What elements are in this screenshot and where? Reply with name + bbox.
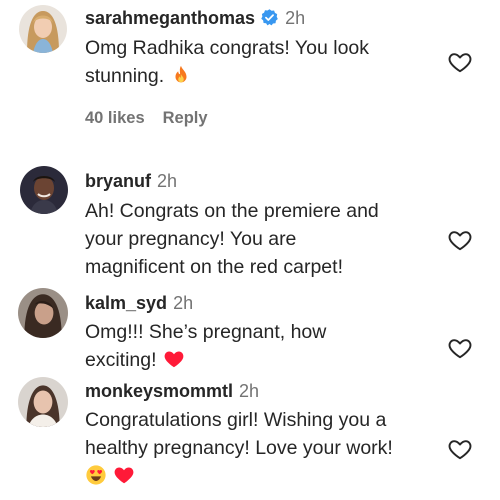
username[interactable]: bryanuf xyxy=(85,171,151,191)
like-heart-icon[interactable] xyxy=(447,335,473,361)
comment-meta: 40 likes Reply xyxy=(85,108,208,128)
avatar[interactable] xyxy=(18,377,68,427)
heart-eyes-emoji-icon xyxy=(85,464,107,486)
comment-item: bryanuf 2h Ah! Congrats on the premiere a… xyxy=(0,165,500,285)
comment-header: sarahmeganthomas 2h xyxy=(85,7,305,29)
like-heart-icon[interactable] xyxy=(447,227,473,253)
comment-line: exciting! xyxy=(85,346,326,374)
avatar[interactable] xyxy=(20,166,68,214)
comment-header: monkeysmommtl 2h xyxy=(85,380,259,402)
comment-time: 2h xyxy=(157,171,178,191)
comment-line: healthy pregnancy! Love your work! xyxy=(85,437,393,459)
comment-line: your pregnancy! You are xyxy=(85,228,297,250)
red-heart-icon xyxy=(113,464,135,486)
comment-text: Omg Radhika congrats! You look stunning. xyxy=(85,34,369,90)
verified-badge-icon xyxy=(260,8,279,27)
comment-line: Congratulations girl! Wishing you a xyxy=(85,409,387,431)
comment-item: kalm_syd 2h Omg!!! She’s pregnant, how ex… xyxy=(0,287,500,377)
comment-text: Ah! Congrats on the premiere and your pr… xyxy=(85,197,379,281)
comment-time: 2h xyxy=(173,293,194,313)
comment-line xyxy=(85,462,393,490)
username[interactable]: sarahmeganthomas xyxy=(85,8,255,28)
avatar[interactable] xyxy=(19,5,67,53)
comment-line-text: stunning. xyxy=(85,65,165,87)
comment-item: monkeysmommtl 2h Congratulations girl! Wi… xyxy=(0,374,500,500)
comment-line: Omg Radhika congrats! You look xyxy=(85,37,370,59)
comment-line: Ah! Congrats on the premiere and xyxy=(85,200,379,222)
comment-time: 2h xyxy=(285,8,306,28)
comment-time: 2h xyxy=(239,381,260,401)
username[interactable]: kalm_syd xyxy=(85,293,167,313)
red-heart-icon xyxy=(163,348,185,370)
like-heart-icon[interactable] xyxy=(447,436,473,462)
comment-header: bryanuf 2h xyxy=(85,170,177,192)
comment-line: magnificent on the red carpet! xyxy=(85,256,343,278)
avatar[interactable] xyxy=(18,288,68,338)
comment-line: stunning. xyxy=(85,62,369,90)
username[interactable]: monkeysmommtl xyxy=(85,381,233,401)
comment-line: Omg!!! She’s pregnant, how xyxy=(85,321,327,343)
fire-icon xyxy=(170,64,192,86)
comment-header: kalm_syd 2h xyxy=(85,292,193,314)
reply-button[interactable]: Reply xyxy=(163,109,208,127)
like-heart-icon[interactable] xyxy=(447,49,473,75)
comment-text: Congratulations girl! Wishing you a heal… xyxy=(85,406,393,490)
comment-item: sarahmeganthomas 2h Omg Radhika congrats!… xyxy=(0,0,500,140)
comment-text: Omg!!! She’s pregnant, how exciting! xyxy=(85,318,326,374)
likes-count[interactable]: 40 likes xyxy=(85,109,145,127)
comment-line-text: exciting! xyxy=(85,349,157,371)
